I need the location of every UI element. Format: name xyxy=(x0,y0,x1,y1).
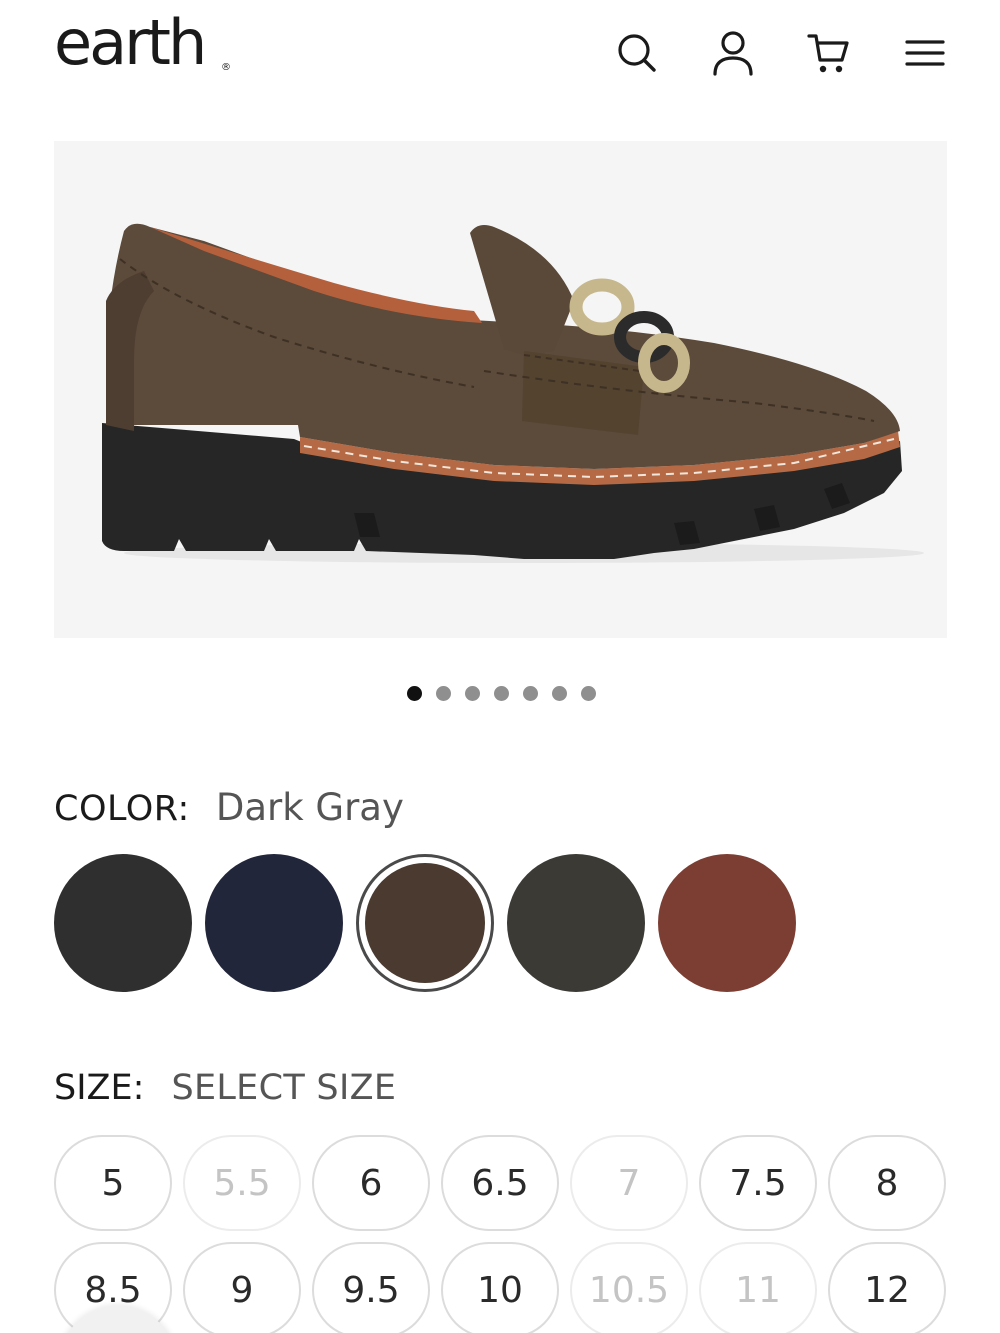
carousel-dot[interactable] xyxy=(464,686,480,701)
menu-icon[interactable] xyxy=(900,28,950,78)
color-swatch-fill xyxy=(365,863,485,983)
size-option[interactable]: 6.5 xyxy=(441,1135,559,1231)
registered-mark: ® xyxy=(221,62,231,73)
size-option[interactable]: 8 xyxy=(828,1135,946,1231)
size-option[interactable]: 5.5 xyxy=(183,1135,301,1231)
color-swatch[interactable] xyxy=(54,854,192,992)
size-option[interactable]: 7.5 xyxy=(699,1135,817,1231)
earth-logo[interactable]: earth xyxy=(54,12,207,74)
carousel-dot[interactable] xyxy=(493,686,509,701)
size-option[interactable]: 6 xyxy=(312,1135,430,1231)
color-label: COLOR: xyxy=(54,789,190,829)
size-option[interactable]: 9 xyxy=(183,1242,301,1333)
color-swatch[interactable] xyxy=(205,854,343,992)
color-swatch[interactable] xyxy=(507,854,645,992)
cart-icon[interactable] xyxy=(804,28,854,78)
carousel-dot[interactable] xyxy=(522,686,538,701)
size-heading: SIZE: SELECT SIZE xyxy=(54,1068,396,1118)
search-icon[interactable] xyxy=(612,28,662,78)
size-label: SIZE: xyxy=(54,1068,145,1108)
product-image[interactable] xyxy=(54,141,947,638)
color-swatch[interactable] xyxy=(658,854,796,992)
size-option[interactable]: 9.5 xyxy=(312,1242,430,1333)
carousel-dots xyxy=(0,686,1000,706)
size-option[interactable]: 7 xyxy=(570,1135,688,1231)
size-option[interactable]: 11 xyxy=(699,1242,817,1333)
carousel-dot[interactable] xyxy=(406,686,422,701)
size-selection-status: SELECT SIZE xyxy=(171,1068,397,1108)
size-option[interactable]: 12 xyxy=(828,1242,946,1333)
color-heading: COLOR: Dark Gray xyxy=(54,786,404,836)
carousel-dot[interactable] xyxy=(580,686,596,701)
size-option[interactable]: 5 xyxy=(54,1135,172,1231)
loafer-shoe-illustration xyxy=(102,223,924,563)
carousel-dot[interactable] xyxy=(551,686,567,701)
size-option[interactable]: 10.5 xyxy=(570,1242,688,1333)
selected-color-name: Dark Gray xyxy=(215,786,404,829)
carousel-dot[interactable] xyxy=(435,686,451,701)
account-icon[interactable] xyxy=(708,28,758,78)
size-option[interactable]: 10 xyxy=(441,1242,559,1333)
color-swatch[interactable] xyxy=(356,854,494,992)
site-header: earth ® xyxy=(0,0,1000,100)
